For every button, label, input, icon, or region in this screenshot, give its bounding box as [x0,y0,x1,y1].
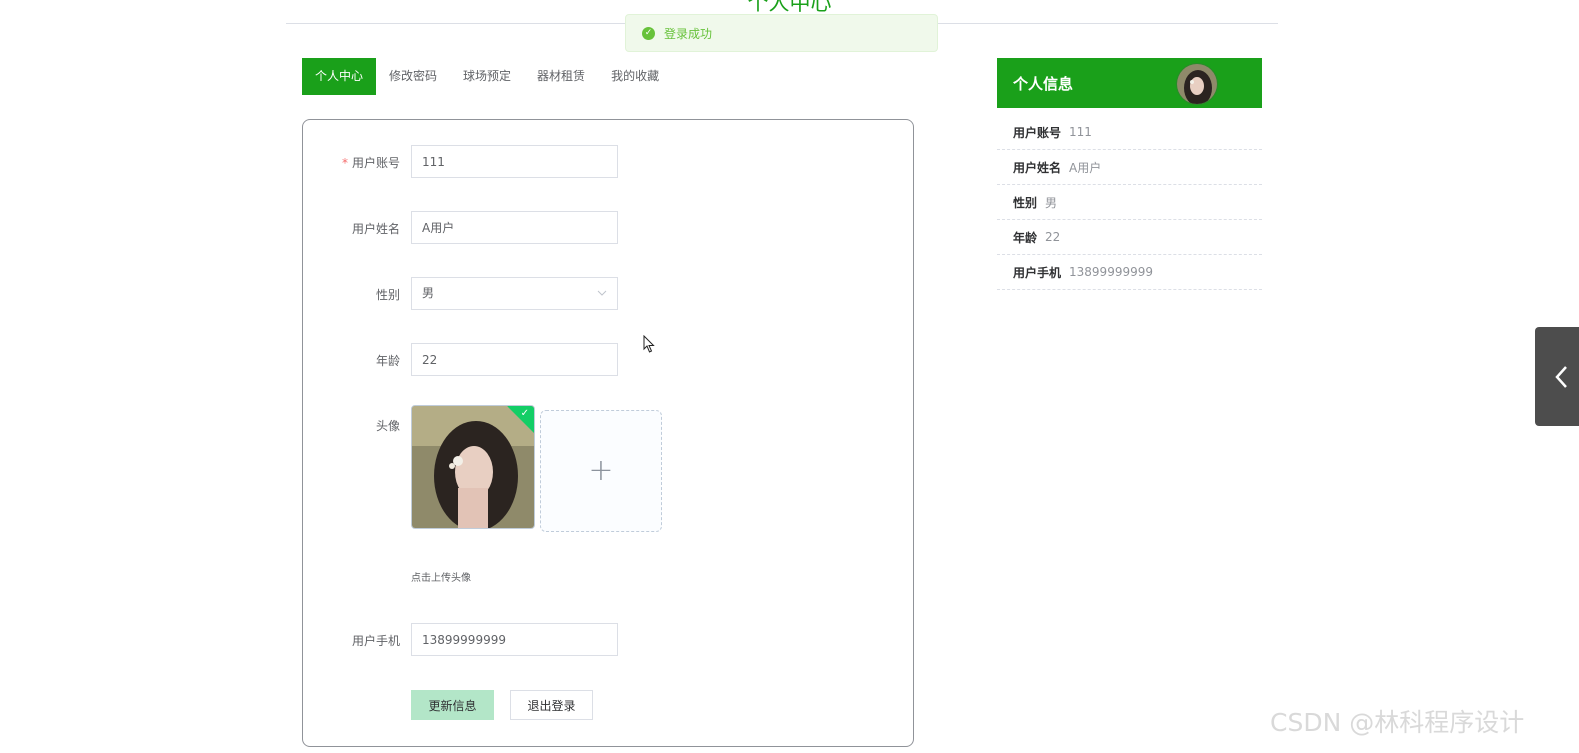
age-label: 年龄 [375,354,400,368]
tab-my-favorites[interactable]: 我的收藏 [598,58,672,95]
check-icon: ✓ [520,408,529,419]
profile-form: *用户账号 用户姓名 性别 男 年龄 头像 ✓ + 点击上传头像 用户手机 更新… [302,119,914,747]
info-value: 13899999999 [1069,265,1153,279]
name-label: 用户姓名 [351,222,400,236]
tab-personal-center[interactable]: 个人中心 [302,58,377,95]
required-asterisk: * [341,156,348,170]
avatar-photo-small [1177,64,1217,104]
name-input[interactable] [411,211,618,244]
avatar-preview[interactable]: ✓ [411,405,535,529]
toast-message: 登录成功 [664,26,713,41]
logout-button[interactable]: 退出登录 [510,690,593,720]
info-panel-header: 个人信息 [997,58,1262,108]
plus-icon: + [588,453,614,488]
phone-input[interactable] [411,623,618,656]
upload-tip: 点击上传头像 [411,573,471,584]
info-list: 用户账号 111 用户姓名 A用户 性别 男 年龄 22 用户手机 138999… [997,115,1262,290]
gender-selected-value: 男 [422,286,435,300]
info-value: A用户 [1069,160,1102,175]
avatar-upload-button[interactable]: + [540,410,662,532]
login-success-toast: ✓ 登录成功 [625,14,938,52]
avatar-photo [412,406,534,528]
info-row-phone: 用户手机 13899999999 [997,255,1262,290]
mouse-cursor-icon [643,335,655,353]
info-panel-title: 个人信息 [1013,74,1074,93]
side-panel-toggle[interactable] [1535,327,1579,426]
info-key: 性别 [1013,195,1038,210]
tab-equipment-rental[interactable]: 器材租赁 [524,58,598,95]
info-row-age: 年龄 22 [997,220,1262,255]
info-value: 111 [1069,125,1092,139]
info-row-name: 用户姓名 A用户 [997,150,1262,185]
info-value: 男 [1045,195,1058,210]
age-input[interactable] [411,343,618,376]
info-key: 用户账号 [1013,125,1062,140]
center-tabs: 个人中心 修改密码 球场预定 器材租赁 我的收藏 [302,58,672,95]
info-key: 用户手机 [1013,265,1062,280]
info-row-account: 用户账号 111 [997,115,1262,150]
watermark: CSDN @林科程序设计 [1270,708,1525,737]
gender-select[interactable]: 男 [411,277,618,310]
gender-label: 性别 [375,288,400,302]
phone-label: 用户手机 [351,634,400,648]
check-circle-icon: ✓ [642,26,655,40]
tab-court-booking[interactable]: 球场预定 [450,58,524,95]
update-info-button[interactable]: 更新信息 [411,690,494,720]
account-label: * 用户账号 [341,156,400,170]
chevron-down-icon [597,278,607,322]
info-value: 22 [1045,230,1061,244]
info-row-gender: 性别 男 [997,185,1262,220]
tab-change-password[interactable]: 修改密码 [376,58,450,95]
info-key: 年龄 [1013,230,1038,245]
account-input[interactable] [411,145,618,178]
avatar [1176,63,1218,105]
avatar-label: 头像 [375,419,400,433]
chevron-left-icon [1555,365,1567,388]
info-key: 用户姓名 [1013,160,1062,175]
